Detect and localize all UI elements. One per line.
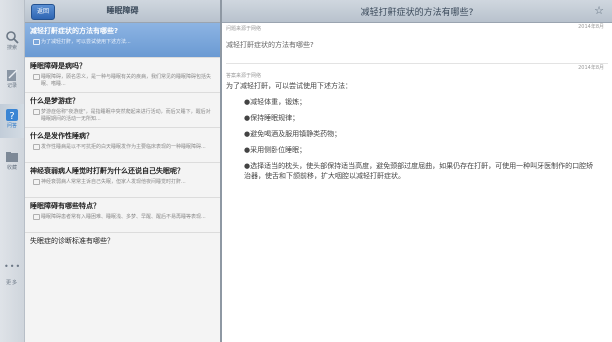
list-item[interactable]: 什么是发作性睡病？ 发作性睡病是以不可抗拒的白天睡眠发作为主要临床表现的一种睡眠…: [25, 128, 220, 163]
answer-icon: [33, 74, 40, 80]
tab-notes[interactable]: 记录: [0, 64, 24, 98]
list-item[interactable]: 失眠症的诊断标准有哪些？: [25, 233, 220, 249]
list-item[interactable]: 睡眠障碍有哪些特点？ 睡眠障碍患者常有入睡困难、睡眠浅、多梦、早醒、醒后不易再睡…: [25, 198, 220, 233]
answer-bullet: ●保持睡眠规律；: [244, 114, 300, 122]
answer-snippet: 为了减轻打鼾，可以尝试使用下述方法...: [41, 39, 131, 45]
tab-notes-label: 记录: [6, 83, 17, 89]
star-icon[interactable]: ☆: [594, 4, 604, 17]
question-title: 什么是发作性睡病？: [30, 132, 93, 140]
answer-date: 2014年8月: [578, 65, 604, 71]
question-source: 问题来源于网络: [226, 26, 262, 32]
detail-pane: 减轻打鼾症状的方法有哪些? ☆ 问题来源于网络 2014年8月 减轻打鼾症状的方…: [222, 0, 612, 342]
answer-bullet: ●采用侧卧位睡眠；: [244, 146, 307, 154]
answer-preview: 梦游症俗称"夜游症"，是指睡眠中突然爬起来进行活动，而后又睡下，醒后对睡眠期间的…: [32, 108, 214, 124]
answer-preview: 发作性睡病是以不可抗拒的白天睡眠发作为主要临床表现的一种睡眠障碍...: [32, 143, 214, 159]
list-item[interactable]: 什么是梦游症？ 梦游症俗称"夜游症"，是指睡眠中突然爬起来进行活动，而后又睡下，…: [25, 93, 220, 128]
answer-snippet: 睡眠障碍，顾名思义，是一种与睡眠有关的疾病，我们常见的睡眠障碍包括失眠、嗜睡..…: [41, 74, 212, 87]
question-icon: ?: [6, 109, 18, 122]
question-text: 减轻打鼾症状的方法有哪些?: [226, 41, 314, 49]
search-icon: [6, 31, 19, 44]
answer-bullet: ●避免喝酒及服用镇静类药物；: [244, 130, 342, 138]
answer-icon: [33, 39, 40, 45]
tab-qa-label: 问答: [6, 123, 17, 129]
answer-preview: 为了减轻打鼾，可以尝试使用下述方法...: [32, 38, 214, 54]
question-title: 什么是梦游症？: [30, 97, 79, 105]
answer-bullet: ●减轻体重，锻炼；: [244, 98, 307, 106]
tab-favorites[interactable]: 收藏: [0, 146, 24, 180]
question-date: 2014年8月: [578, 24, 604, 30]
tab-more[interactable]: ••• 更多: [4, 262, 20, 286]
tab-search-label: 搜索: [6, 45, 17, 51]
list-item[interactable]: 睡眠障碍是病吗？ 睡眠障碍，顾名思义，是一种与睡眠有关的疾病，我们常见的睡眠障碍…: [25, 58, 220, 93]
answer-icon: [33, 109, 40, 115]
answer-icon: [33, 214, 40, 220]
answer-snippet: 神经衰弱病人常常主诉自己失眠，但家人发现他夜间睡觉时打鼾...: [41, 179, 186, 185]
question-meta: 问题来源于网络 2014年8月: [226, 24, 608, 34]
tab-favorites-label: 收藏: [6, 165, 17, 171]
tab-bar: 搜索 记录 ? 问答 收藏 ••• 更多: [0, 0, 25, 342]
list-item[interactable]: 减轻打鼾症状的方法有哪些? 为了减轻打鼾，可以尝试使用下述方法...: [25, 23, 220, 58]
tab-search[interactable]: 搜索: [0, 26, 24, 60]
answer-snippet: 睡眠障碍患者常有入睡困难、睡眠浅、多梦、早醒、醒后不易再睡等表现...: [41, 214, 206, 220]
list-item[interactable]: 神经衰弱病人睡觉时打鼾为什么还说自己失眠呢？ 神经衰弱病人常常主诉自己失眠，但家…: [25, 163, 220, 198]
list-navbar: 返回 睡眠障碍: [25, 0, 220, 23]
answer-block: 答案来源于网络 2014年8月 为了减轻打鼾，可以尝试使用下述方法： ●减轻体重…: [226, 64, 608, 181]
answer-preview: 神经衰弱病人常常主诉自己失眠，但家人发现他夜间睡觉时打鼾...: [32, 178, 214, 194]
notes-icon: [7, 69, 18, 81]
svg-text:?: ?: [9, 111, 14, 122]
answer-intro: 为了减轻打鼾，可以尝试使用下述方法：: [226, 82, 352, 90]
list-title: 睡眠障碍: [106, 6, 139, 15]
question-list-pane: 返回 睡眠障碍 减轻打鼾症状的方法有哪些? 为了减轻打鼾，可以尝试使用下述方法.…: [25, 0, 222, 342]
question-title: 睡眠障碍是病吗？: [30, 62, 86, 70]
answer-snippet: 发作性睡病是以不可抗拒的白天睡眠发作为主要临床表现的一种睡眠障碍...: [41, 144, 206, 150]
detail-title: 减轻打鼾症状的方法有哪些?: [360, 8, 474, 18]
folder-icon: [6, 152, 18, 162]
answer-icon: [33, 144, 40, 150]
question-title: 失眠症的诊断标准有哪些？: [30, 237, 114, 245]
tab-more-label: 更多: [5, 280, 18, 286]
question-title: 神经衰弱病人睡觉时打鼾为什么还说自己失眠呢？: [30, 167, 184, 175]
answer-bullet: ●选择适当的枕头，使头部保持适当高度，避免颈部过度屈曲，如果仍存在打鼾，可使用一…: [244, 162, 594, 180]
answer-source: 答案来源于网络: [226, 73, 262, 79]
question-title: 睡眠障碍有哪些特点？: [30, 202, 100, 210]
detail-navbar: 减轻打鼾症状的方法有哪些? ☆: [222, 0, 612, 23]
answer-snippet: 梦游症俗称"夜游症"，是指睡眠中突然爬起来进行活动，而后又睡下，醒后对睡眠期间的…: [41, 109, 211, 122]
answer-preview: 睡眠障碍患者常有入睡困难、睡眠浅、多梦、早醒、醒后不易再睡等表现...: [32, 213, 214, 229]
question-title: 减轻打鼾症状的方法有哪些?: [30, 27, 119, 35]
tab-qa[interactable]: ? 问答: [0, 104, 24, 138]
question-block: 问题来源于网络 2014年8月 减轻打鼾症状的方法有哪些?: [226, 23, 608, 64]
answer-preview: 睡眠障碍，顾名思义，是一种与睡眠有关的疾病，我们常见的睡眠障碍包括失眠、嗜睡..…: [32, 73, 214, 89]
more-icon: •••: [4, 262, 22, 271]
answer-meta: 答案来源于网络 2014年8月: [226, 65, 608, 81]
answer-icon: [33, 179, 40, 185]
